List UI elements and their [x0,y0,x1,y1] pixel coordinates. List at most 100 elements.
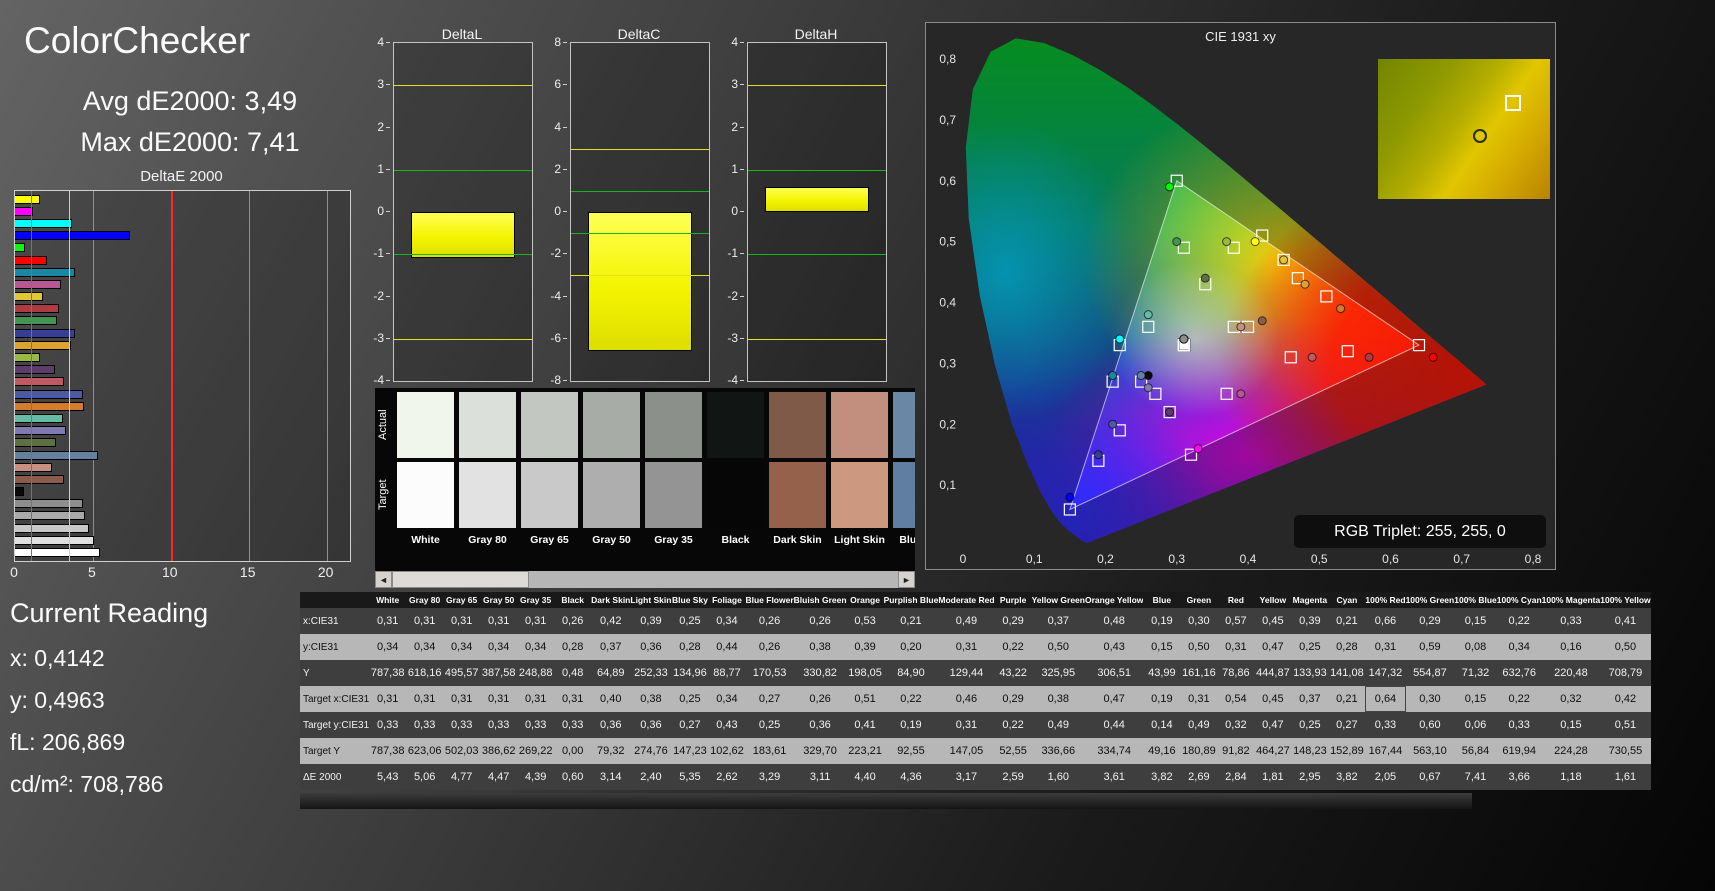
target-swatch[interactable] [893,462,915,528]
table-cell[interactable]: 248,88 [517,660,555,686]
actual-swatch[interactable] [893,392,915,458]
table-cell[interactable]: 0,21 [1328,686,1366,712]
table-cell[interactable]: 43,22 [994,660,1032,686]
table-cell[interactable]: 0,49 [1031,712,1085,738]
table-cell[interactable]: 147,23 [671,738,709,764]
table-cell[interactable]: 5,43 [369,764,407,790]
table-cell[interactable]: 0,15 [1454,686,1497,712]
table-cell[interactable]: 0,59 [1405,634,1455,660]
table-cell[interactable]: 0,33 [480,712,518,738]
table-cell[interactable]: 623,06 [406,738,444,764]
target-swatch[interactable] [645,462,702,528]
target-swatch[interactable] [583,462,640,528]
table-cell[interactable]: 0,33 [554,712,592,738]
table-cell[interactable]: 4,77 [443,764,481,790]
table-cell[interactable]: 563,10 [1405,738,1455,764]
table-cell[interactable]: 0,22 [1496,608,1542,634]
table-cell[interactable]: 0,31 [443,608,481,634]
table-cell[interactable]: 0,50 [1031,634,1085,660]
table-cell[interactable]: 0,27 [1328,712,1366,738]
actual-swatch[interactable] [583,392,640,458]
table-cell[interactable]: 0,26 [793,686,847,712]
target-swatch[interactable] [397,462,454,528]
table-cell[interactable]: 0,33 [406,712,444,738]
table-cell[interactable]: 269,22 [517,738,555,764]
table-cell[interactable]: 0,31 [406,686,444,712]
table-cell[interactable]: 0,27 [671,712,709,738]
table-cell[interactable]: 49,16 [1143,738,1181,764]
table-cell[interactable]: 0,34 [1496,634,1542,660]
table-cell[interactable]: 2,69 [1180,764,1218,790]
table-cell[interactable]: 0,36 [793,712,847,738]
table-cell[interactable]: 183,61 [745,738,794,764]
table-cell[interactable]: 223,21 [846,738,884,764]
table-cell[interactable]: 84,90 [883,660,939,686]
table-cell[interactable]: 0,49 [1180,712,1218,738]
table-cell[interactable]: 0,28 [1328,634,1366,660]
table-cell[interactable]: 3,61 [1084,764,1144,790]
table-cell[interactable]: 71,32 [1454,660,1497,686]
table-cell[interactable]: 0,29 [994,608,1032,634]
table-scrollbar[interactable] [300,793,1472,809]
table-cell[interactable]: 306,51 [1084,660,1144,686]
table-cell[interactable]: 0,31 [938,712,995,738]
table-cell[interactable]: 0,15 [1541,712,1601,738]
table-cell[interactable]: 0,30 [1180,608,1218,634]
table-cell[interactable]: 7,41 [1454,764,1497,790]
table-cell[interactable]: 0,33 [1496,712,1542,738]
table-cell[interactable]: 147,32 [1365,660,1406,686]
table-cell[interactable]: 329,70 [793,738,847,764]
table-cell[interactable]: 0,29 [1405,608,1455,634]
table-cell[interactable]: 0,39 [630,608,672,634]
table-cell[interactable]: 787,38 [369,738,407,764]
table-cell[interactable]: 0,50 [1180,634,1218,660]
target-swatch[interactable] [459,462,516,528]
table-cell[interactable]: 0,28 [671,634,709,660]
table-cell[interactable]: 3,66 [1496,764,1542,790]
table-cell[interactable]: 0,41 [1600,608,1651,634]
table-cell[interactable]: 554,87 [1405,660,1455,686]
table-cell[interactable]: 0,16 [1541,634,1601,660]
scroll-thumb[interactable] [392,571,529,588]
table-cell[interactable]: 0,39 [1291,608,1329,634]
table-cell[interactable]: 0,47 [1084,686,1144,712]
table-cell[interactable]: 0,19 [1143,686,1181,712]
table-cell[interactable]: 0,53 [846,608,884,634]
table-cell[interactable]: 0,34 [480,634,518,660]
table-cell[interactable]: 152,89 [1328,738,1366,764]
table-cell[interactable]: 1,61 [1600,764,1651,790]
table-cell[interactable]: 0,34 [517,634,555,660]
scroll-left-icon[interactable]: ◄ [375,571,392,588]
table-cell[interactable]: 0,19 [1143,608,1181,634]
table-cell[interactable]: 0,26 [793,608,847,634]
table-cell[interactable]: 0,26 [745,634,794,660]
table-cell[interactable]: 0,22 [994,634,1032,660]
table-cell[interactable]: 0,51 [846,686,884,712]
table-cell[interactable]: 43,99 [1143,660,1181,686]
table-cell[interactable]: 464,27 [1254,738,1292,764]
table-cell[interactable]: 730,55 [1600,738,1651,764]
table-cell[interactable]: 0,60 [554,764,592,790]
table-cell[interactable]: 180,89 [1180,738,1218,764]
table-cell[interactable]: 4,39 [517,764,555,790]
table-cell[interactable]: 0,54 [1217,686,1255,712]
table-cell[interactable]: 92,55 [883,738,939,764]
table-cell[interactable]: 0,27 [745,686,794,712]
table-cell[interactable]: 0,31 [1365,634,1406,660]
table-cell[interactable]: 0,32 [1541,686,1601,712]
table-cell[interactable]: 0,64 [1365,686,1406,712]
table-cell[interactable]: 0,21 [883,608,939,634]
table-cell[interactable]: 0,33 [1365,712,1406,738]
target-swatch[interactable] [769,462,826,528]
table-cell[interactable]: 2,05 [1365,764,1406,790]
table-cell[interactable]: 0,25 [671,686,709,712]
table-cell[interactable]: 0,36 [630,634,672,660]
table-cell[interactable]: 0,26 [745,608,794,634]
table-cell[interactable]: 0,37 [1291,686,1329,712]
table-cell[interactable]: 133,93 [1291,660,1329,686]
table-cell[interactable]: 3,17 [938,764,995,790]
table-cell[interactable]: 0,31 [517,686,555,712]
table-cell[interactable]: 0,25 [1291,712,1329,738]
table-cell[interactable]: 0,33 [443,712,481,738]
table-cell[interactable]: 64,89 [591,660,631,686]
